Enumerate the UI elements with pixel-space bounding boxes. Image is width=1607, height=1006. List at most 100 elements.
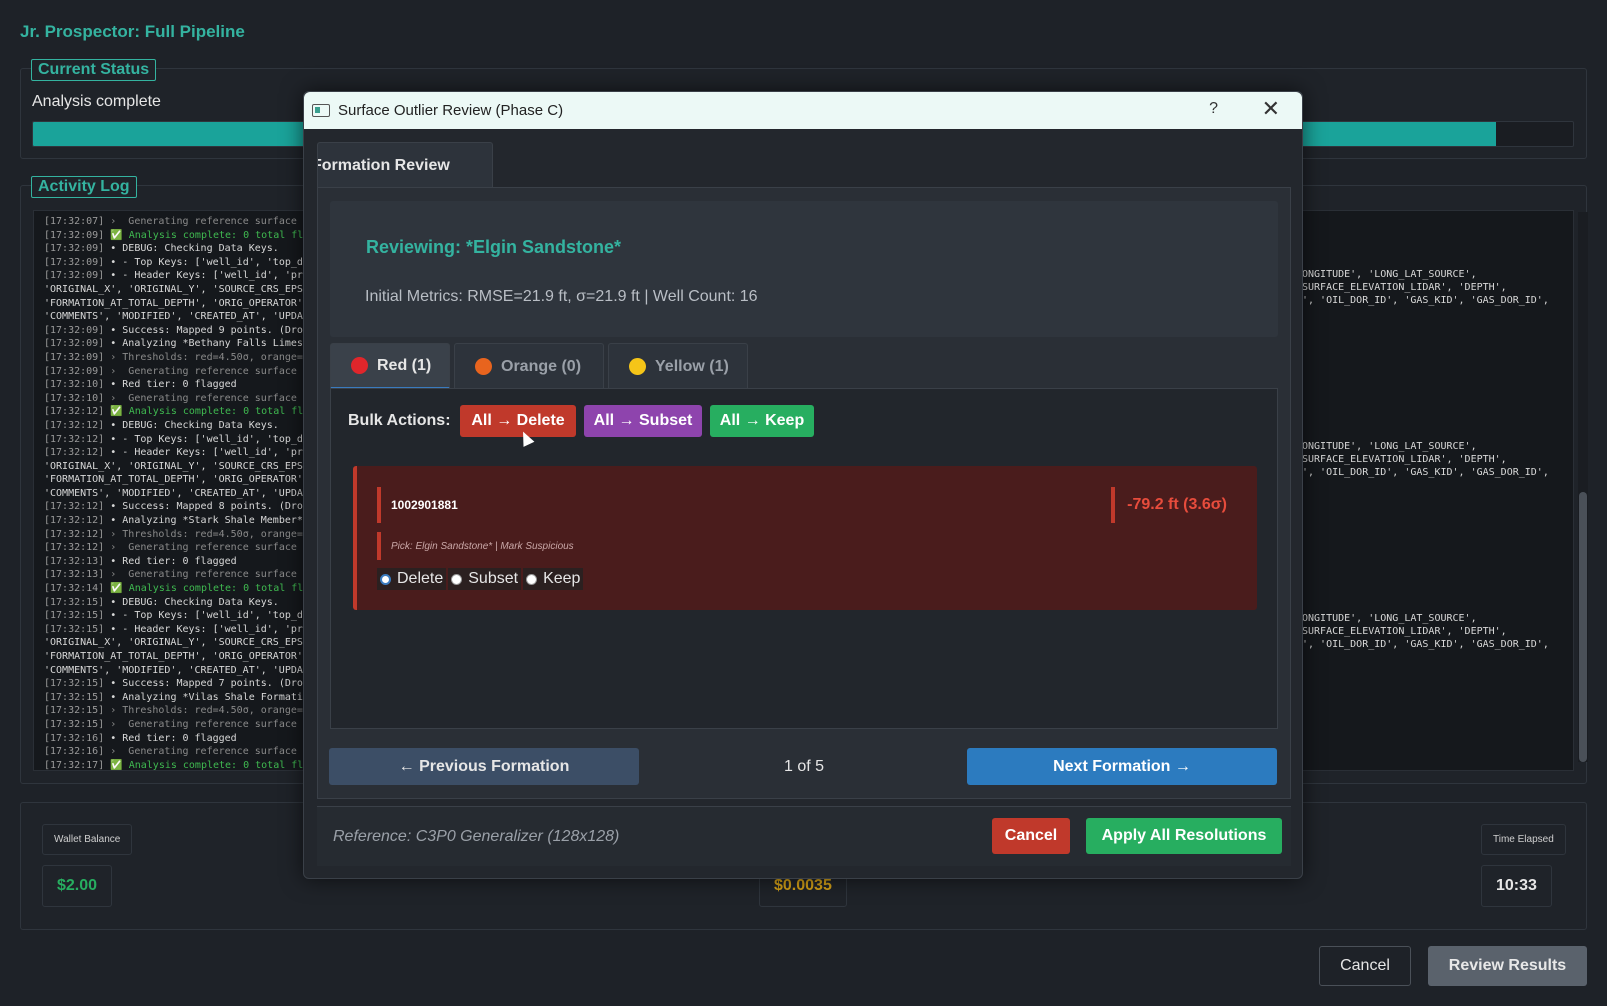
log-timestamp: [17:32:07]	[44, 216, 105, 227]
radio-delete-indicator[interactable]	[380, 573, 391, 585]
radio-keep[interactable]: Keep	[523, 568, 584, 590]
previous-formation-button[interactable]: ← Previous Formation	[329, 748, 639, 785]
log-text: • Red tier: 0 flagged	[104, 732, 237, 744]
radio-subset-indicator[interactable]	[451, 573, 463, 585]
log-text: • Success: Mapped 8 points. (Drop	[104, 501, 309, 513]
log-text: › Generating reference surface (	[104, 746, 309, 758]
tab-red-tier[interactable]: Red (1)	[330, 343, 450, 389]
log-text: • Red tier: 0 flagged	[104, 379, 237, 391]
radio-delete[interactable]: Delete	[377, 568, 447, 590]
tab-orange-label: Orange (0)	[501, 357, 582, 375]
review-summary: Reviewing: *Elgin Sandstone* Initial Met…	[330, 201, 1278, 337]
apply-all-resolutions-button[interactable]: Apply All Resolutions	[1086, 818, 1282, 854]
log-text: • DEBUG: Checking Data Keys.	[104, 596, 279, 608]
log-timestamp: [17:32:12]	[44, 501, 105, 513]
bulk-delete-button[interactable]: All → Delete	[460, 405, 576, 437]
close-icon[interactable]: ✕	[1262, 96, 1280, 122]
log-text: › Generating reference surface (	[104, 216, 309, 227]
log-text: • - Top Keys: ['well_id', 'top_d	[104, 433, 303, 445]
log-timestamp: [17:32:14]	[44, 583, 105, 595]
log-scrollbar[interactable]	[1578, 212, 1588, 762]
log-text: 'COMMENTS', 'MODIFIED', 'CREATED_AT', 'U…	[44, 311, 309, 323]
dialog-title: Surface Outlier Review (Phase C)	[338, 102, 564, 119]
log-text: 'COMMENTS', 'MODIFIED', 'CREATED_AT', 'U…	[44, 664, 309, 676]
log-text: • Red tier: 0 flagged	[104, 555, 237, 567]
time-elapsed-value: 10:33	[1481, 865, 1552, 907]
radio-delete-label: Delete	[397, 570, 444, 587]
log-timestamp: [17:32:09]	[44, 324, 105, 336]
outlier-review-dialog: Surface Outlier Review (Phase C) ? ✕ For…	[303, 91, 1303, 879]
red-dot-icon	[351, 357, 368, 374]
log-text: › Generating reference surface (	[104, 569, 309, 581]
resolution-options: Delete Subset Keep	[377, 568, 585, 590]
initial-metrics: Initial Metrics: RMSE=21.9 ft, σ=21.9 ft…	[365, 288, 758, 305]
activity-log-title: Activity Log	[31, 176, 137, 198]
reviewing-title: Reviewing: *Elgin Sandstone*	[366, 237, 622, 257]
log-timestamp: [17:32:12]	[44, 528, 105, 540]
dialog-titlebar[interactable]: Surface Outlier Review (Phase C)	[304, 92, 1302, 129]
window-icon	[312, 104, 330, 117]
log-timestamp: [17:32:12]	[44, 433, 105, 445]
next-formation-button[interactable]: Next Formation →	[967, 748, 1277, 785]
dialog-cancel-button[interactable]: Cancel	[992, 818, 1070, 854]
dialog-footer: Reference: C3P0 Generalizer (128x128) Ca…	[317, 806, 1291, 866]
wallet-balance-label: Wallet Balance	[42, 824, 133, 855]
bulk-subset-button[interactable]: All → Subset	[584, 405, 702, 437]
log-text: 'COMMENTS', 'MODIFIED', 'CREATED_AT', 'U…	[44, 487, 309, 499]
status-text: Analysis complete	[32, 93, 161, 110]
log-text: 'ORIGINAL_X', 'ORIGINAL_Y', 'SOURCE_CRS_…	[44, 283, 309, 295]
bulk-keep-button[interactable]: All → Keep	[710, 405, 814, 437]
status-group-title: Current Status	[31, 59, 157, 81]
log-text: ✅ Analysis complete: 0 total fl	[104, 229, 304, 241]
log-timestamp: [17:32:12]	[44, 447, 105, 459]
yellow-dot-icon	[629, 358, 646, 375]
time-elapsed-label: Time Elapsed	[1481, 824, 1566, 855]
app-title: Jr. Prospector: Full Pipeline	[20, 22, 245, 41]
log-text: 'FORMATION_AT_TOTAL_DEPTH', 'ORIG_OPERAT…	[44, 297, 303, 309]
log-timestamp: [17:32:12]	[44, 515, 105, 527]
radio-keep-label: Keep	[543, 570, 581, 587]
log-timestamp: [17:32:17]	[44, 759, 105, 771]
log-text: • DEBUG: Checking Data Keys.	[104, 243, 279, 255]
log-text: 'FORMATION_AT_TOTAL_DEPTH', 'ORIG_OPERAT…	[44, 474, 303, 486]
radio-keep-indicator[interactable]	[526, 573, 538, 585]
log-timestamp: [17:32:15]	[44, 718, 105, 730]
log-timestamp: [17:32:12]	[44, 419, 105, 431]
log-text: • - Top Keys: ['well_id', 'top_d	[104, 256, 303, 268]
log-timestamp: [17:32:13]	[44, 555, 105, 567]
pick-info: Pick: Elgin Sandstone* | Mark Suspicious	[377, 532, 574, 560]
log-text: ✅ Analysis complete: 0 total fl	[104, 759, 304, 771]
log-text: › Generating reference surface (	[104, 542, 309, 554]
log-timestamp: [17:32:12]	[44, 542, 105, 554]
log-timestamp: [17:32:09]	[44, 256, 105, 268]
tab-orange-tier[interactable]: Orange (0)	[454, 343, 604, 389]
log-timestamp: [17:32:15]	[44, 691, 105, 703]
log-right-block: ONGITUDE', 'LONG_LAT_SOURCE', SURFACE_EL…	[1302, 441, 1549, 478]
log-timestamp: [17:32:16]	[44, 732, 105, 744]
log-text: • Analyzing *Stark Shale Member*	[104, 515, 303, 527]
log-timestamp: [17:32:10]	[44, 379, 105, 391]
log-text: • Success: Mapped 7 points. (Drop	[104, 678, 309, 690]
radio-subset-label: Subset	[468, 570, 519, 587]
log-text: ✅ Analysis complete: 0 total fl	[104, 583, 304, 595]
tab-yellow-tier[interactable]: Yellow (1)	[608, 343, 748, 389]
tab-yellow-label: Yellow (1)	[655, 357, 729, 375]
log-scrollbar-thumb[interactable]	[1579, 492, 1587, 762]
log-text: 'ORIGINAL_X', 'ORIGINAL_Y', 'SOURCE_CRS_…	[44, 637, 309, 649]
log-timestamp: [17:32:15]	[44, 610, 105, 622]
tab-red-label: Red (1)	[377, 356, 432, 374]
tab-formation-review[interactable]: Formation Review	[317, 142, 493, 188]
radio-subset[interactable]: Subset	[448, 568, 522, 590]
log-text: • - Header Keys: ['well_id', 'pro	[104, 623, 309, 635]
reference-text: Reference: C3P0 Generalizer (128x128)	[333, 828, 620, 845]
log-timestamp: [17:32:09]	[44, 243, 105, 255]
log-text: • DEBUG: Checking Data Keys.	[104, 419, 279, 431]
log-text: ✅ Analysis complete: 0 total fl	[104, 406, 304, 418]
log-timestamp: [17:32:15]	[44, 678, 105, 690]
review-results-button[interactable]: Review Results	[1428, 946, 1587, 986]
cancel-button[interactable]: Cancel	[1319, 946, 1411, 986]
log-text: • Analyzing *Vilas Shale Formatio	[104, 691, 309, 703]
help-icon[interactable]: ?	[1209, 100, 1218, 118]
formation-review-panel: Reviewing: *Elgin Sandstone* Initial Met…	[317, 187, 1291, 799]
log-text: • Success: Mapped 9 points. (Drop	[104, 324, 309, 336]
